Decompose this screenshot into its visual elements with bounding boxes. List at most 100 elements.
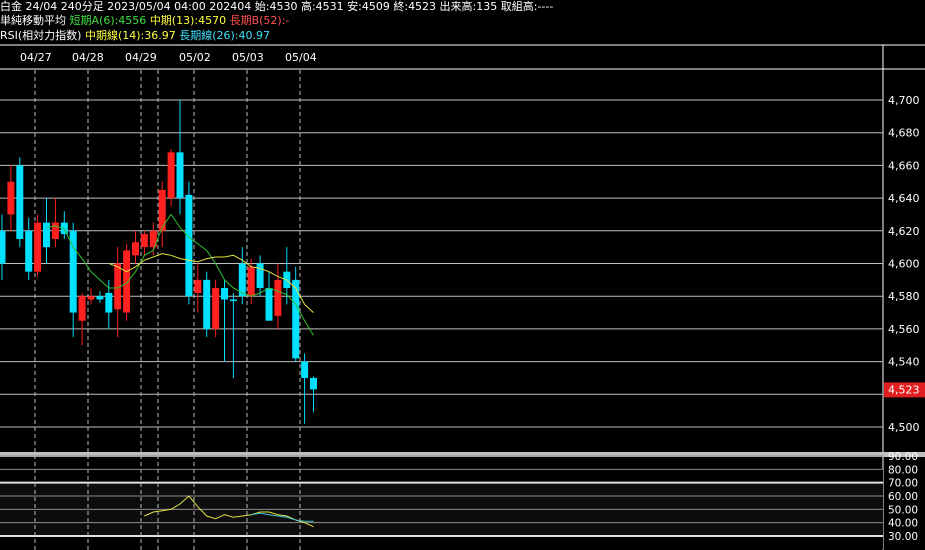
- rsi-mid-label: 中期線(14):36.97: [84, 29, 176, 42]
- date-tick-label: 05/04: [285, 51, 317, 64]
- candle-body: [51, 222, 59, 239]
- candle: [96, 291, 104, 303]
- candle-body: [25, 230, 33, 272]
- candle-body: [105, 292, 113, 313]
- candle: [301, 353, 309, 424]
- candle-body: [274, 279, 282, 316]
- rsi-tick-label: 60.00: [888, 491, 918, 503]
- candle-body: [256, 263, 264, 289]
- candle-body: [140, 234, 148, 248]
- ma-short-label: 短期A(6):4556: [69, 14, 147, 27]
- price-tick-label: 4,580: [888, 290, 920, 303]
- candle: [25, 217, 33, 280]
- price-tick-label: 4,700: [888, 94, 920, 107]
- rsi-tick-label: 70.00: [888, 478, 918, 490]
- candle: [229, 292, 237, 378]
- candle-body: [34, 222, 42, 272]
- candle-body: [265, 288, 273, 321]
- candle: [221, 279, 228, 362]
- price-tick-label: 4,640: [888, 192, 920, 205]
- date-axis: 04/27 04/28 04/29 05/02 05/03 05/04: [20, 51, 317, 64]
- rsi-tick-label: 90.00: [888, 451, 918, 463]
- candle-body: [43, 222, 50, 248]
- ma-mid-label: 中期(13):4570: [149, 14, 227, 27]
- candle-body: [96, 296, 104, 300]
- price-tick-label: 4,660: [888, 159, 920, 172]
- candle-body: [301, 361, 309, 378]
- rsi-band: [0, 482, 883, 536]
- candle: [87, 288, 95, 305]
- quote-summary: 白金 24/04 240分足 2023/05/04 04:00 202404 始…: [0, 0, 554, 13]
- candle-body: [176, 152, 184, 199]
- candle-body: [7, 181, 15, 215]
- moving-average-lines: [46, 213, 314, 336]
- ma-short-line: [46, 213, 314, 336]
- candle-body: [132, 242, 139, 256]
- chart-canvas[interactable]: 4,700 4,680 4,660 4,640 4,620 4,600 4,580 4,560…: [0, 0, 925, 550]
- candle-body: [78, 296, 86, 321]
- candle: [212, 279, 220, 338]
- rsi-tick-label: 30.00: [888, 531, 918, 543]
- candle: [132, 230, 139, 264]
- candle: [274, 263, 282, 329]
- candle: [167, 149, 175, 207]
- date-tick-label: 04/27: [20, 51, 52, 64]
- candle: [114, 247, 122, 338]
- candle: [238, 247, 246, 305]
- price-axis: 4,700 4,680 4,660 4,640 4,620 4,600 4,580 4,560…: [884, 94, 925, 434]
- candle: [176, 100, 184, 215]
- candle: [51, 198, 59, 248]
- ma-mid-line: [108, 253, 314, 313]
- current-price-label: 4,523: [888, 383, 920, 396]
- ma-long-label: 長期B(52):-: [229, 14, 290, 27]
- candle-body: [247, 266, 255, 297]
- ma-legend: 単純移動平均 短期A(6):4556 中期(13):4570 長期B(52):-: [0, 14, 289, 28]
- candle-body: [203, 279, 211, 329]
- candle-body: [167, 152, 175, 199]
- rsi-title: RSI(相対力指数): [0, 29, 82, 42]
- rsi-legend: RSI(相対力指数) 中期線(14):36.97 長期線(26):40.97: [0, 29, 270, 43]
- candle: [69, 222, 77, 338]
- price-tick-label: 4,620: [888, 225, 920, 238]
- candle-body: [221, 288, 228, 300]
- candle: [158, 181, 166, 248]
- quote-header: 白金 24/04 240分足 2023/05/04 04:00 202404 始…: [0, 0, 553, 14]
- price-tick-label: 4,540: [888, 356, 920, 369]
- candle: [203, 271, 211, 338]
- ma-title: 単純移動平均: [0, 14, 66, 27]
- candle: [16, 157, 24, 248]
- candle: [7, 165, 15, 231]
- candle-body: [212, 288, 220, 329]
- candle: [43, 198, 50, 264]
- price-tick-label: 4,680: [888, 127, 920, 140]
- candle: [292, 266, 300, 362]
- date-tick-label: 05/03: [232, 51, 264, 64]
- candle-body: [310, 377, 317, 390]
- price-tick-label: 4,600: [888, 258, 920, 271]
- candle-body: [229, 299, 237, 302]
- candle: [34, 214, 42, 277]
- price-tick-label: 4,500: [888, 421, 920, 434]
- candle: [140, 230, 148, 256]
- candle-body: [185, 194, 193, 297]
- candle: [78, 292, 86, 346]
- date-tick-label: 04/28: [72, 51, 104, 64]
- candle-body: [123, 250, 131, 313]
- rsi-grid: [0, 455, 883, 550]
- candle: [105, 279, 113, 329]
- date-tick-label: 04/29: [125, 51, 157, 64]
- candle-body: [87, 296, 95, 300]
- rsi-long-label: 長期線(26):40.97: [179, 29, 271, 42]
- candle-body: [16, 165, 24, 239]
- candle: [0, 214, 6, 280]
- candle: [265, 271, 273, 321]
- price-tick-label: 4,560: [888, 323, 920, 336]
- candle: [256, 255, 264, 297]
- rsi-tick-label: 80.00: [888, 464, 918, 476]
- rsi-tick-label: 50.00: [888, 504, 918, 516]
- candle-body: [194, 279, 202, 293]
- date-tick-label: 05/02: [179, 51, 211, 64]
- candle: [185, 181, 193, 305]
- rsi-axis: 90.0080.00 70.0060.0050.00 40.0030.00: [888, 451, 918, 543]
- candle: [194, 263, 202, 313]
